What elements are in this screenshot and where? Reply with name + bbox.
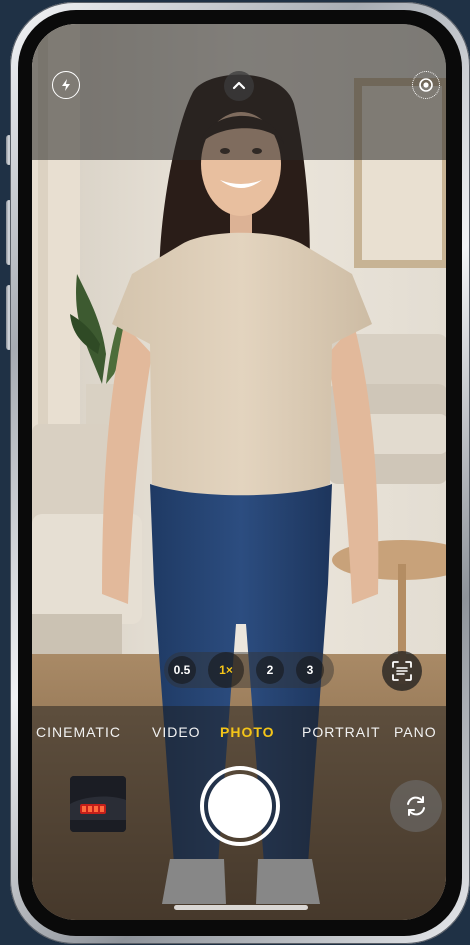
camera-flip-icon <box>407 796 425 816</box>
mode-cinematic[interactable]: CINEMATIC <box>36 724 121 740</box>
live-photo-icon <box>419 78 433 92</box>
car-taillight-thumbnail <box>70 776 126 832</box>
shutter-button[interactable] <box>200 766 280 846</box>
mode-video[interactable]: VIDEO <box>152 724 201 740</box>
chevron-up-icon <box>232 81 246 90</box>
mode-portrait[interactable]: PORTRAIT <box>302 724 381 740</box>
flash-icon <box>62 79 70 91</box>
live-text-button[interactable] <box>382 651 422 691</box>
text-scan-icon <box>392 661 412 681</box>
camera-screen: 0.5 1× 2 3 CINEMATIC VIDEO PHOTO PORTRAI… <box>32 24 446 920</box>
mode-pano[interactable]: PANO <box>394 724 437 740</box>
flip-camera-button[interactable] <box>390 780 442 832</box>
more-controls-button[interactable] <box>224 71 254 101</box>
last-photo-thumbnail[interactable] <box>70 776 126 832</box>
live-photo-button[interactable] <box>412 71 440 99</box>
mode-photo[interactable]: PHOTO <box>220 724 275 740</box>
zoom-option-0-5[interactable]: 0.5 <box>168 656 196 684</box>
zoom-option-2[interactable]: 2 <box>256 656 284 684</box>
camera-mode-selector: CINEMATIC VIDEO PHOTO PORTRAIT PANO <box>32 724 446 748</box>
home-indicator[interactable] <box>174 905 308 910</box>
flash-button[interactable] <box>52 71 80 99</box>
zoom-selector: 0.5 1× 2 3 <box>164 652 334 688</box>
zoom-option-3[interactable]: 3 <box>296 656 324 684</box>
shutter-inner <box>208 774 272 838</box>
zoom-option-1x[interactable]: 1× <box>208 652 244 688</box>
page: 0.5 1× 2 3 CINEMATIC VIDEO PHOTO PORTRAI… <box>0 0 470 945</box>
